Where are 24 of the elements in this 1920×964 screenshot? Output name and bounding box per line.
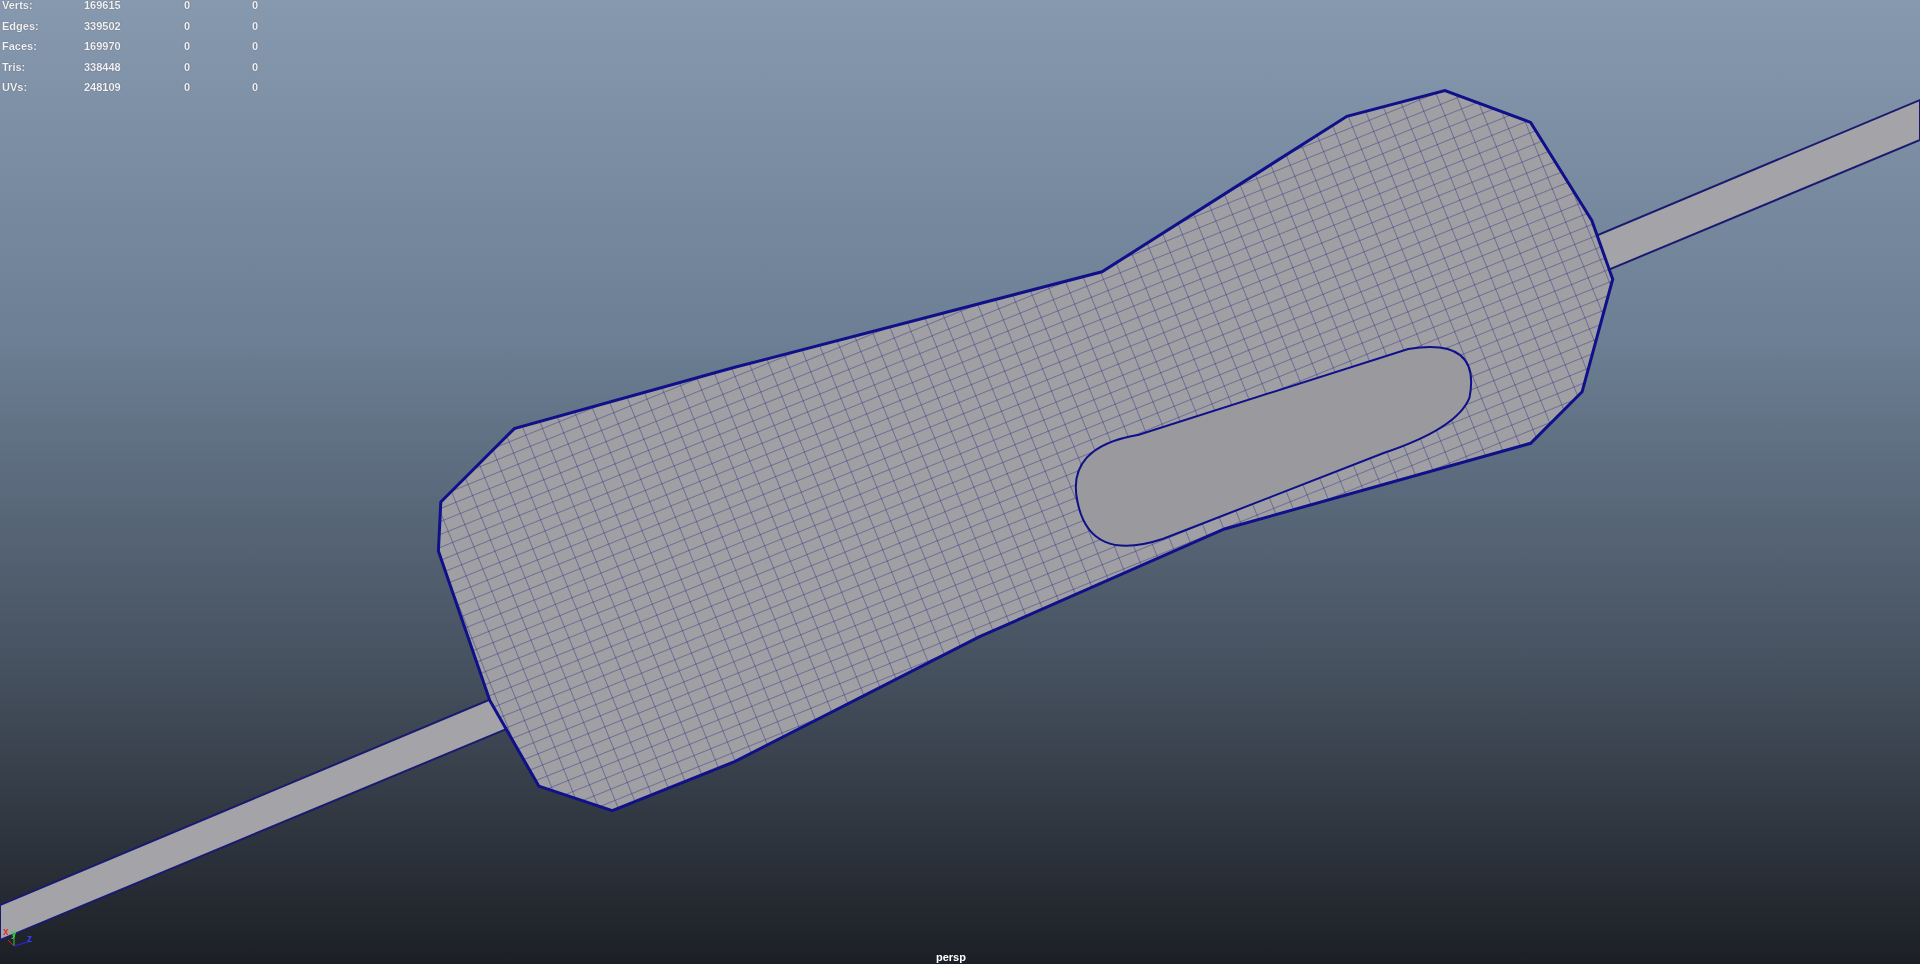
stat-value: 0 bbox=[252, 0, 260, 13]
stat-value: 0 bbox=[184, 39, 192, 54]
camera-name-label: persp bbox=[936, 951, 966, 963]
stat-value: 0 bbox=[184, 80, 192, 95]
stat-label: Verts: bbox=[2, 0, 34, 13]
stat-value: 0 bbox=[184, 59, 192, 74]
stat-value: 169970 bbox=[84, 39, 122, 54]
stat-label: UVs: bbox=[2, 80, 29, 95]
stat-value: 0 bbox=[252, 39, 260, 54]
stat-value: 339502 bbox=[84, 18, 122, 33]
axis-label: x bbox=[3, 927, 9, 937]
stat-label: Faces: bbox=[2, 39, 38, 54]
axis-label: z bbox=[27, 934, 32, 944]
axis-label: y bbox=[11, 929, 17, 939]
stat-value: 338448 bbox=[84, 59, 122, 74]
stat-value: 169615 bbox=[84, 0, 122, 13]
stat-value: 248109 bbox=[84, 80, 122, 95]
stat-value: 0 bbox=[184, 0, 192, 13]
stat-value: 0 bbox=[252, 80, 260, 95]
stat-value: 0 bbox=[252, 59, 260, 74]
stat-label: Tris: bbox=[2, 59, 27, 74]
stat-label: Edges: bbox=[2, 18, 40, 33]
stat-value: 0 bbox=[252, 18, 260, 33]
stat-value: 0 bbox=[184, 18, 192, 33]
